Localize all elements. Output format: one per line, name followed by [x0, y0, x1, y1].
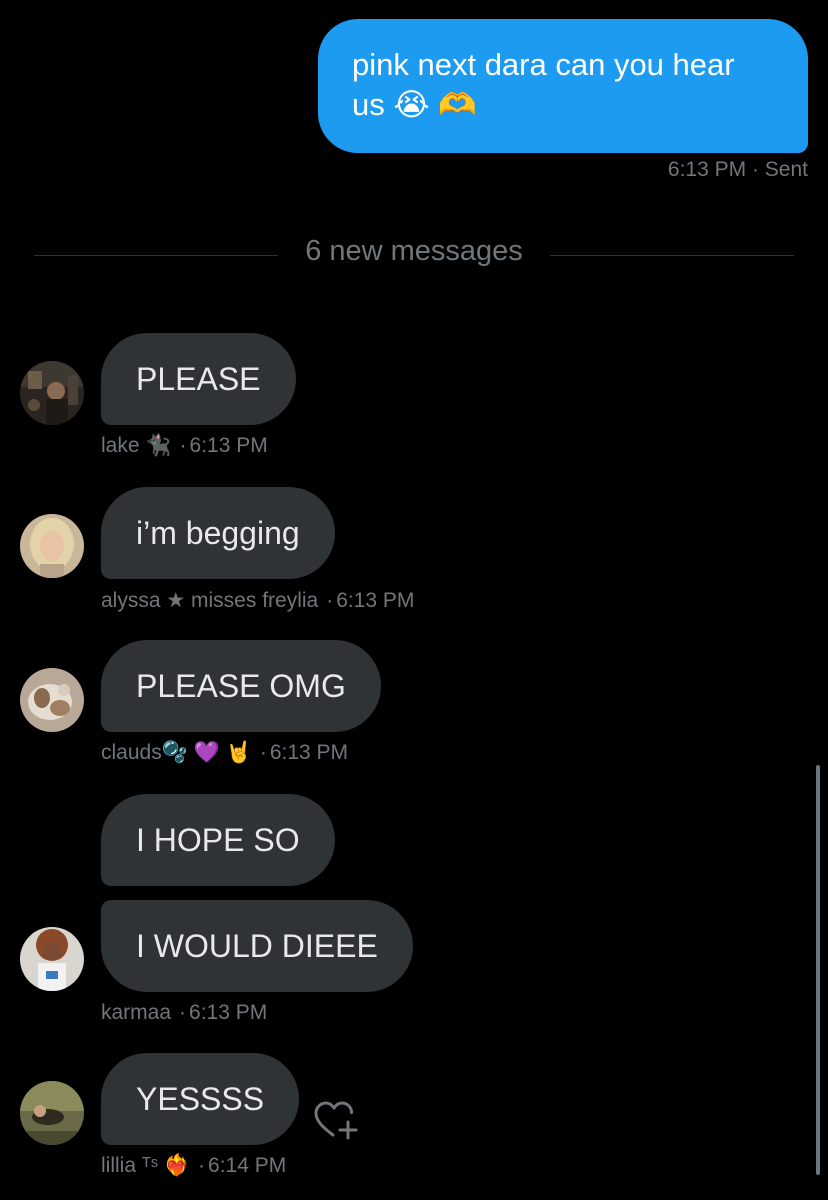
- message-time: 6:13 PM: [189, 434, 268, 457]
- message-bubble[interactable]: I WOULD DIEEE: [101, 900, 413, 992]
- sent-message-status: Sent: [764, 158, 808, 181]
- message-bubble[interactable]: PLEASE OMG: [101, 640, 381, 732]
- meta-separator: ·: [326, 589, 334, 612]
- message-text: YESSSS: [136, 1081, 265, 1117]
- message-meta: alyssa ★ misses freylia · 6:13 PM: [101, 588, 414, 613]
- meta-separator: ·: [751, 158, 759, 181]
- message-text: PLEASE OMG: [136, 668, 346, 704]
- message-bubble[interactable]: YESSSS: [101, 1053, 300, 1145]
- new-messages-label: 6 new messages: [305, 235, 523, 267]
- divider-line-right: [550, 255, 794, 256]
- message-time: 6:14 PM: [208, 1154, 287, 1177]
- new-messages-divider: 6 new messages: [34, 232, 794, 276]
- message-bubble[interactable]: i’m begging: [101, 487, 335, 579]
- sent-message-text: pink next dara can you hear us 😭 🫶: [352, 47, 735, 122]
- message-text: i’m begging: [136, 515, 300, 551]
- meta-separator: ·: [198, 1154, 206, 1177]
- message-text: PLEASE: [136, 361, 261, 397]
- dm-conversation: pink next dara can you hear us 😭 🫶 6:13 …: [0, 0, 828, 1200]
- message-text: I WOULD DIEEE: [136, 928, 378, 964]
- message-bubble[interactable]: I HOPE SO: [101, 794, 335, 886]
- message-text: I HOPE SO: [136, 822, 300, 858]
- message-time: 6:13 PM: [189, 1001, 268, 1024]
- sent-message-time: 6:13 PM: [667, 158, 747, 181]
- heart-plus-icon[interactable]: [313, 1100, 359, 1140]
- message-meta: clauds🫧 💜 🤘 · 6:13 PM: [101, 741, 348, 765]
- scrollbar[interactable]: [816, 765, 820, 1175]
- message-author[interactable]: alyssa ★ misses freylia: [101, 589, 318, 612]
- meta-separator: ·: [179, 434, 187, 457]
- message-time: 6:13 PM: [269, 741, 349, 764]
- message-author[interactable]: lillia ᵀˢ ❤️‍🔥: [101, 1154, 190, 1177]
- message-author[interactable]: karmaa: [101, 1001, 171, 1024]
- avatar[interactable]: [20, 927, 84, 991]
- avatar[interactable]: [20, 668, 84, 732]
- message-meta: karmaa · 6:13 PM: [101, 1001, 267, 1025]
- avatar[interactable]: [20, 361, 84, 425]
- message-author[interactable]: clauds🫧 💜 🤘: [101, 741, 252, 764]
- message-time: 6:13 PM: [336, 589, 415, 612]
- sent-message-meta: 6:13 PM · Sent: [668, 158, 808, 182]
- message-meta: lillia ᵀˢ ❤️‍🔥 · 6:14 PM: [101, 1154, 286, 1178]
- message-bubble[interactable]: PLEASE: [101, 333, 296, 425]
- meta-separator: ·: [259, 741, 267, 764]
- avatar[interactable]: [20, 1081, 84, 1145]
- meta-separator: ·: [179, 1001, 187, 1024]
- message-author[interactable]: lake 🐈‍⬛: [101, 434, 172, 457]
- sent-message-bubble[interactable]: pink next dara can you hear us 😭 🫶: [318, 19, 808, 153]
- avatar[interactable]: [20, 514, 84, 578]
- message-meta: lake 🐈‍⬛ · 6:13 PM: [101, 434, 268, 458]
